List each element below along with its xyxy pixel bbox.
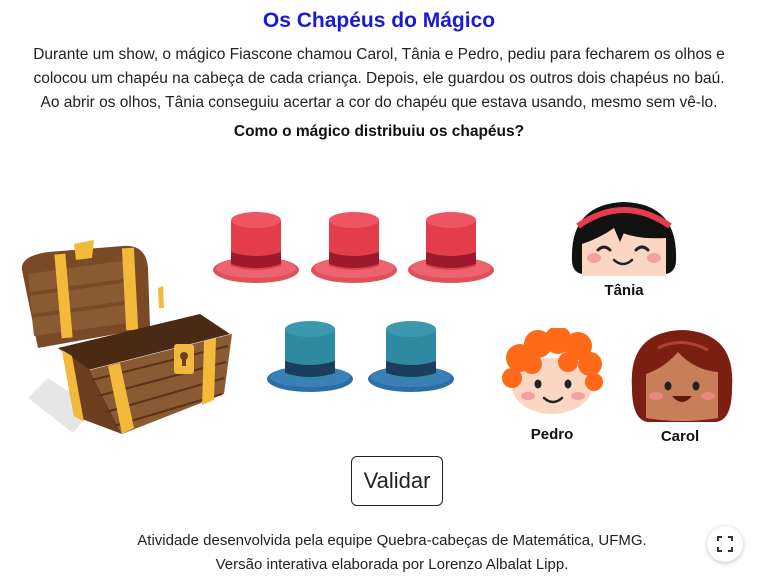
hat-red-icon <box>406 208 496 288</box>
page-title: Os Chapéus do Mágico <box>262 9 496 32</box>
fullscreen-icon <box>717 536 733 552</box>
child-label-pedro: Pedro <box>530 426 574 443</box>
child-tania[interactable] <box>570 198 678 288</box>
hat-blue-icon <box>366 317 456 397</box>
credits-line: Versão interativa elaborada por Lorenzo … <box>215 556 569 573</box>
hat-blue-icon <box>265 317 355 397</box>
carol-face-icon <box>631 330 733 422</box>
child-pedro[interactable] <box>498 326 606 418</box>
hat-red[interactable] <box>406 208 496 288</box>
hat-red[interactable] <box>211 208 301 288</box>
credits-line: Atividade desenvolvida pela equipe Quebr… <box>137 532 647 549</box>
child-label-carol: Carol <box>660 428 700 445</box>
tania-face-icon <box>571 202 677 276</box>
hat-red-icon <box>309 208 399 288</box>
problem-description: Durante um show, o mágico Fiascone chamo… <box>20 43 738 115</box>
hat-red-icon <box>211 208 301 288</box>
description-line: colocou um chapéu na cabeça de cada cria… <box>33 70 725 87</box>
pedro-face-icon <box>502 326 603 414</box>
treasure-chest-icon <box>21 240 232 434</box>
hat-blue[interactable] <box>265 317 355 397</box>
hat-red[interactable] <box>309 208 399 288</box>
question-prompt: Como o mágico distribuiu os chapéus? <box>233 123 525 140</box>
validate-button[interactable]: Validar <box>351 456 443 506</box>
hat-blue[interactable] <box>366 317 456 397</box>
description-line: Ao abrir os olhos, Tânia conseguiu acert… <box>40 94 718 111</box>
description-line: Durante um show, o mágico Fiascone chamo… <box>33 46 725 63</box>
credits: Atividade desenvolvida pela equipe Quebr… <box>0 529 758 577</box>
child-label-tania: Tânia <box>604 282 644 299</box>
child-carol[interactable] <box>628 328 736 422</box>
fullscreen-button[interactable] <box>707 526 743 562</box>
treasure-chest[interactable] <box>18 238 240 438</box>
